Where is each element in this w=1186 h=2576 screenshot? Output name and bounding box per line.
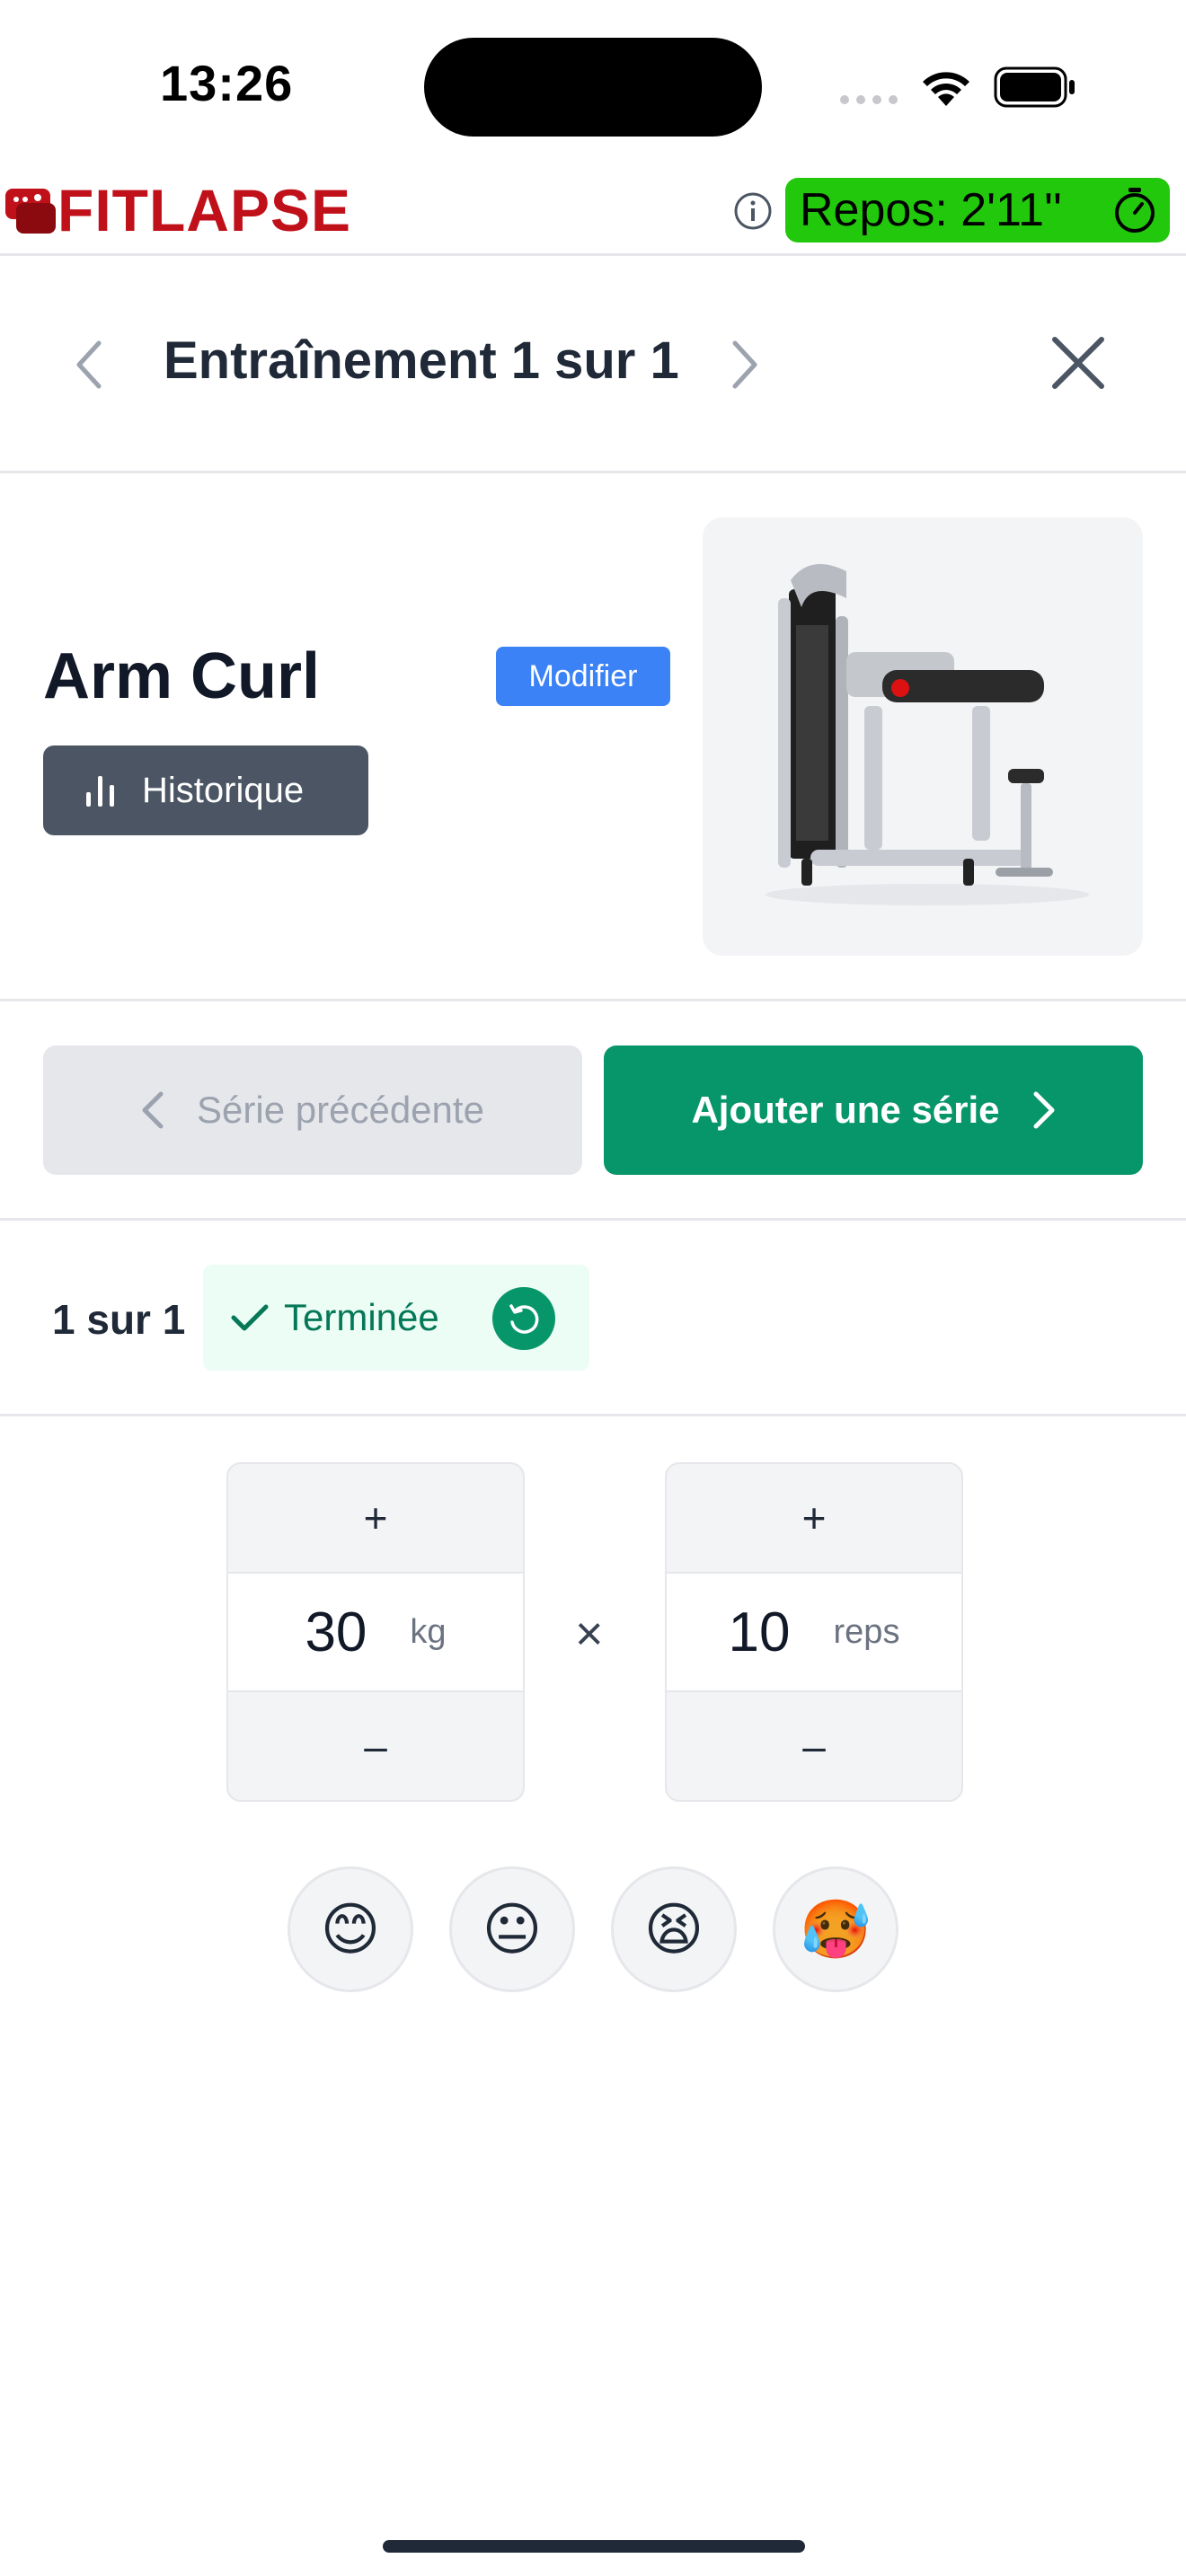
divider	[0, 1414, 1186, 1416]
clock: 13:26	[160, 55, 294, 111]
battery-icon	[994, 66, 1076, 112]
reset-set-button[interactable]	[492, 1287, 555, 1350]
divider	[0, 999, 1186, 1001]
feedback-neutral-button[interactable]: 😐	[449, 1866, 575, 1992]
arm-curl-machine-image	[766, 564, 1089, 905]
close-icon[interactable]	[1049, 334, 1107, 396]
info-icon[interactable]	[733, 191, 773, 235]
weight-unit: kg	[410, 1612, 447, 1651]
rest-timer-label: Repos: 2'11''	[800, 184, 1062, 236]
check-icon	[230, 1301, 270, 1334]
rest-timer[interactable]: Repos: 2'11''	[785, 178, 1170, 243]
reps-increment-button[interactable]: +	[667, 1464, 961, 1572]
exercise-image	[703, 517, 1143, 956]
workout-title: Entraînement 1 sur 1	[164, 331, 679, 390]
wifi-icon	[918, 65, 974, 112]
weight-value: 30	[305, 1601, 367, 1663]
exercise-name: Arm Curl	[43, 640, 321, 712]
reps-decrement-button[interactable]: –	[667, 1692, 961, 1800]
weight-field[interactable]: 30 kg	[228, 1572, 523, 1692]
multiply-sign: ×	[575, 1607, 604, 1661]
cellular-signal-icon	[839, 93, 900, 104]
weight-stepper: + 30 kg –	[226, 1462, 525, 1802]
add-set-button[interactable]: Ajouter une série	[604, 1045, 1143, 1175]
previous-set-button[interactable]: Série précédente	[43, 1045, 582, 1175]
history-button[interactable]: Historique	[43, 745, 368, 835]
divider	[0, 471, 1186, 473]
chevron-right-icon	[1032, 1090, 1056, 1130]
previous-set-label: Série précédente	[197, 1089, 484, 1131]
stopwatch-icon	[1112, 186, 1157, 234]
modify-button[interactable]: Modifier	[496, 647, 670, 706]
brand-logo: FITLAPSE	[58, 177, 352, 243]
add-set-label: Ajouter une série	[691, 1089, 1000, 1131]
set-status-label: Terminée	[284, 1296, 439, 1338]
set-counter: 1 sur 1	[52, 1296, 186, 1343]
feedback-exhausted-button[interactable]: 🥵	[773, 1866, 898, 1992]
reps-value: 10	[728, 1601, 791, 1663]
reps-field[interactable]: 10 reps	[667, 1572, 961, 1692]
feedback-easy-button[interactable]: 😊	[288, 1866, 413, 1992]
prev-workout-button[interactable]	[72, 340, 108, 394]
chevron-left-icon	[141, 1090, 164, 1130]
history-label: Historique	[142, 770, 305, 810]
divider	[0, 1218, 1186, 1221]
reps-stepper: + 10 reps –	[665, 1462, 963, 1802]
logo-icon	[4, 180, 58, 242]
dynamic-island	[424, 38, 762, 137]
undo-icon	[506, 1301, 542, 1337]
weight-decrement-button[interactable]: –	[228, 1692, 523, 1800]
feedback-hard-button[interactable]: 😫	[611, 1866, 737, 1992]
reps-unit: reps	[833, 1612, 900, 1651]
weight-increment-button[interactable]: +	[228, 1464, 523, 1572]
next-workout-button[interactable]	[726, 340, 762, 394]
home-indicator[interactable]	[383, 2540, 805, 2553]
bar-chart-icon	[84, 772, 117, 808]
